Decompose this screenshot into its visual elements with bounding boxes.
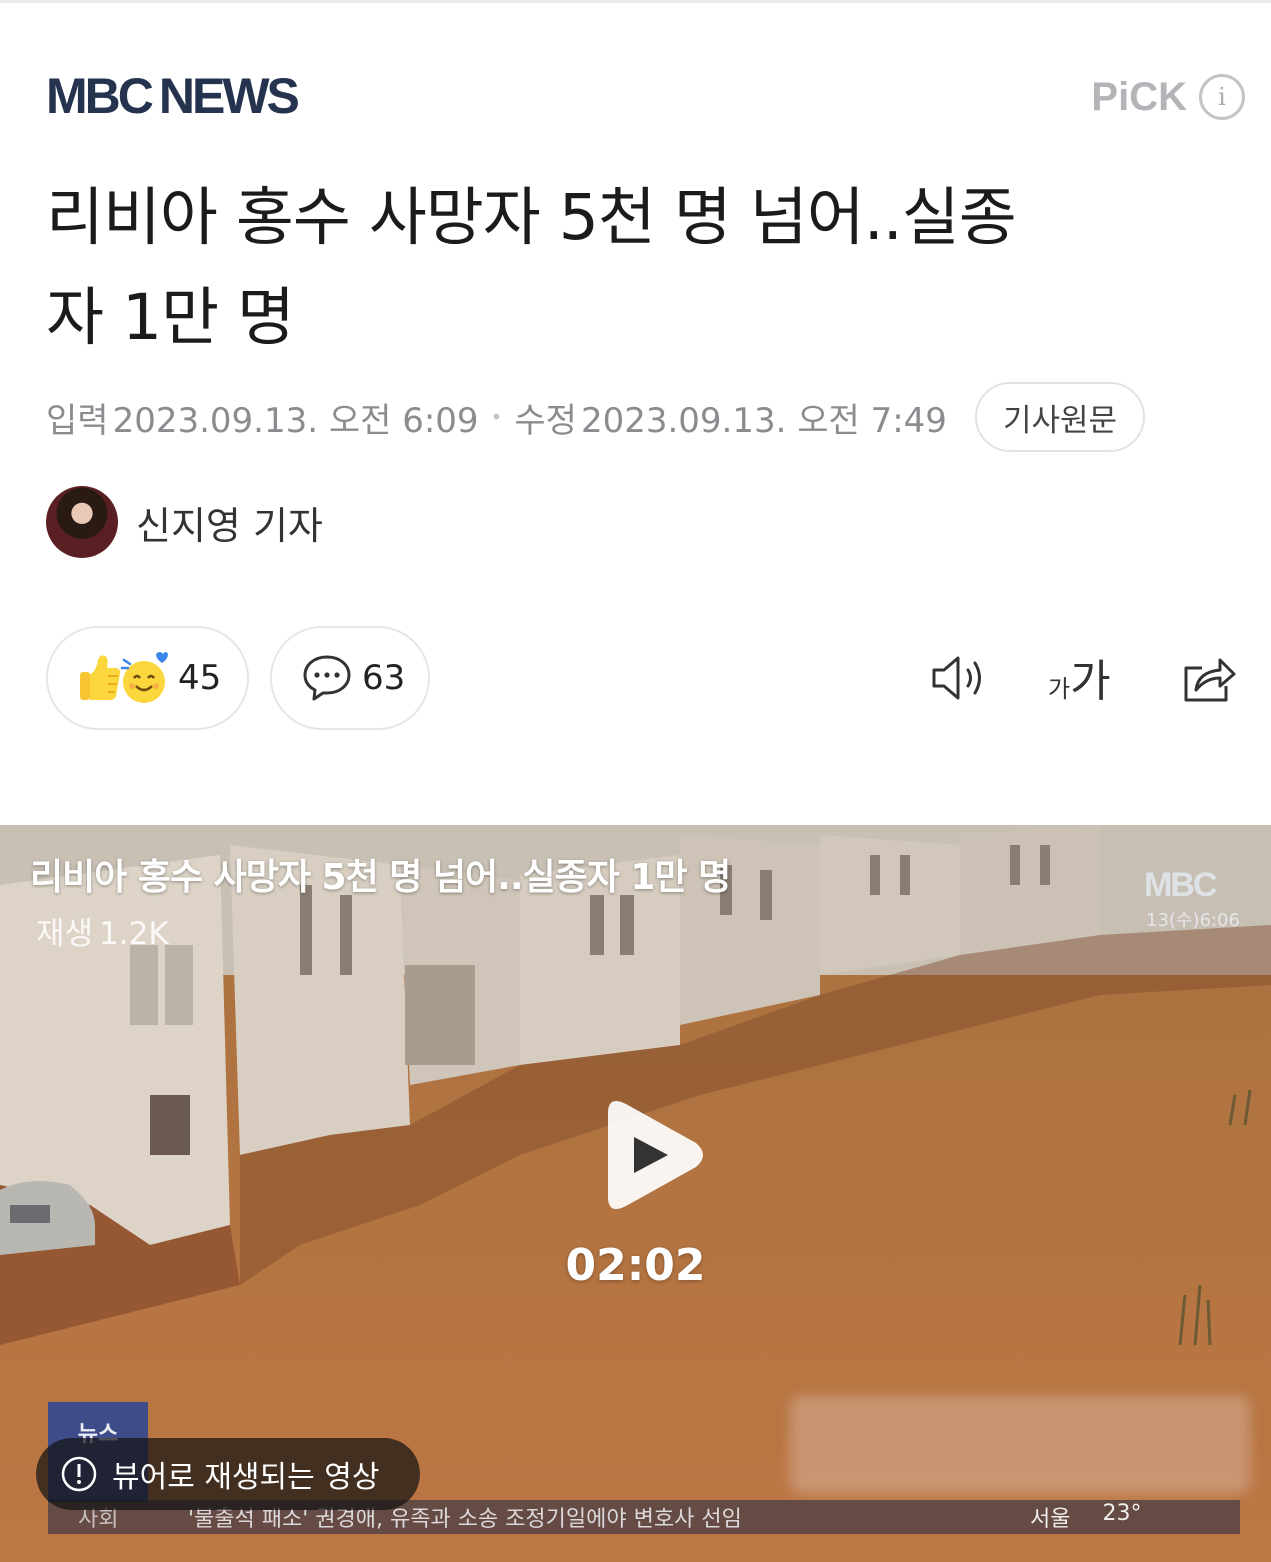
share-icon[interactable] xyxy=(1180,650,1238,706)
comment-button[interactable]: 63 xyxy=(270,626,430,730)
video-watermark: MBC xyxy=(1144,866,1217,904)
meta-separator: • xyxy=(490,405,503,429)
article-title: 리비아 홍수 사망자 5천 명 넘어..실종 자 1만 명 xyxy=(46,168,1236,368)
original-article-button[interactable]: 기사원문 xyxy=(974,382,1146,452)
comment-count: 63 xyxy=(362,658,406,698)
ticker-temp: 23° xyxy=(1102,1501,1142,1526)
pick-label: PiCK xyxy=(1091,74,1187,119)
font-size-large: 가 xyxy=(1070,656,1111,707)
toast-text: 뷰어로 재생되는 영상 xyxy=(112,1460,380,1495)
ticker-city: 서울 xyxy=(1030,1507,1071,1532)
thumbs-up-icon xyxy=(80,655,121,700)
edit-time: 2023.09.13. 오전 7:49 xyxy=(580,400,947,441)
reaction-count: 45 xyxy=(178,658,222,698)
pick-badge[interactable]: PiCK i xyxy=(1091,74,1245,120)
article-meta: 입력 2023.09.13. 오전 6:09 • 수정 2023.09.13. … xyxy=(46,382,1146,452)
info-icon xyxy=(61,1456,97,1492)
info-icon[interactable]: i xyxy=(1199,74,1245,120)
input-time: 2023.09.13. 오전 6:09 xyxy=(112,400,479,441)
comment-icon xyxy=(303,655,351,701)
article-title-line1: 리비아 홍수 사망자 5천 명 넘어..실종 xyxy=(46,181,1017,254)
font-size-small: 가 xyxy=(1048,675,1071,703)
article-title-line2: 자 1만 명 xyxy=(46,281,295,354)
edit-label: 수정 xyxy=(514,400,577,441)
mbc-news-logo[interactable]: MBC NEWS xyxy=(46,68,300,124)
input-label: 입력 xyxy=(46,400,109,441)
views-label: 재생 xyxy=(36,916,94,952)
ticker-weather: 서울 23° xyxy=(1030,1501,1240,1533)
play-icon[interactable] xyxy=(598,1095,708,1215)
video-duration: 02:02 xyxy=(565,1240,706,1291)
font-size-button[interactable]: 가 가 xyxy=(1048,652,1111,704)
logo-news-text: NEWS xyxy=(158,68,300,124)
reaction-button[interactable]: 45 xyxy=(46,626,249,730)
viewer-toast[interactable]: 뷰어로 재생되는 영상 xyxy=(36,1438,420,1510)
speaker-icon[interactable] xyxy=(930,650,990,706)
smile-icon xyxy=(120,652,168,703)
video-title: 리비아 홍수 사망자 5천 명 넘어..실종자 1만 명 xyxy=(30,857,731,898)
video-watermark-time: 13(수)6:06 xyxy=(1146,910,1240,931)
blurred-caption xyxy=(790,1396,1250,1494)
reporter-avatar[interactable] xyxy=(46,486,118,558)
reporter[interactable]: 신지영 기자 xyxy=(46,486,323,558)
views-count: 1.2K xyxy=(99,916,169,952)
reporter-name[interactable]: 신지영 기자 xyxy=(136,495,323,550)
top-divider xyxy=(0,0,1271,3)
video-views: 재생 1.2K xyxy=(30,908,169,953)
logo-mbc-text: MBC xyxy=(46,68,154,124)
